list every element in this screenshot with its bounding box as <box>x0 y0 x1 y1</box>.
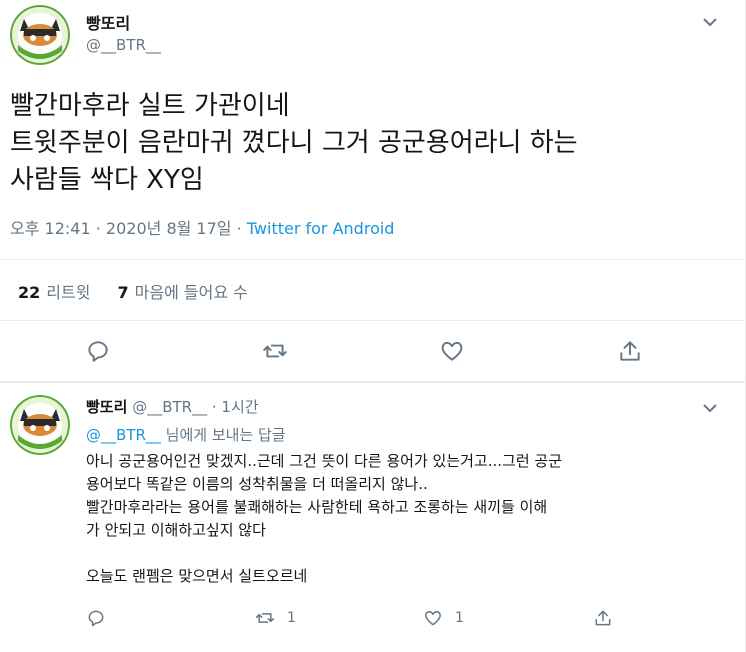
reply-text-line: 용어보다 똑같은 이름의 성착취물을 더 떠올리지 않나.. <box>86 475 428 493</box>
like-label: 마음에 들어요 수 <box>134 283 248 302</box>
retweet-icon[interactable] <box>262 338 288 364</box>
tweet-time[interactable]: 오후 12:41 <box>10 219 91 238</box>
retweet-icon <box>255 613 275 623</box>
reply-text-line: 아니 공군용어인건 맞겠지..근데 그건 뜻이 다른 용어가 있는거고...그런… <box>86 452 562 470</box>
reply-text: 아니 공군용어인건 맞겠지..근데 그건 뜻이 다른 용어가 있는거고...그런… <box>86 450 736 588</box>
retweet-label: 리트윗 <box>46 283 91 302</box>
user-handle[interactable]: @__BTR__ <box>132 398 207 416</box>
like-count: 1 <box>455 610 464 626</box>
like-button[interactable]: 1 <box>423 607 464 629</box>
avatar[interactable] <box>10 395 70 455</box>
like-stat[interactable]: 7 마음에 들어요 수 <box>118 283 248 302</box>
reply-header: 빵또리 @__BTR__ · 1시간 <box>86 396 259 417</box>
share-icon <box>595 610 611 626</box>
display-name[interactable]: 빵또리 <box>86 398 127 416</box>
tweet-thread: 빵또리 @__BTR__ 빨간마후라 실트 가관이네 트윗주분이 음란마귀 꼈다… <box>0 0 746 652</box>
tweet-stats: 22 리트윗 7 마음에 들어요 수 <box>18 279 248 303</box>
reply-button[interactable] <box>86 607 106 629</box>
tweet-text-line: 사람들 싹다 XY임 <box>10 165 204 195</box>
like-icon <box>424 611 442 626</box>
reply-icon <box>88 610 104 627</box>
mention-link[interactable]: @__BTR__ <box>86 426 161 444</box>
tweet-meta: 오후 12:41 · 2020년 8월 17일 · Twitter for An… <box>10 215 394 239</box>
tweet-text-line: 트윗주분이 음란마귀 꼈다니 그거 공군용어라니 하는 <box>10 128 578 158</box>
like-count: 7 <box>117 283 129 302</box>
chevron-down-icon[interactable] <box>700 12 720 32</box>
retweet-button[interactable]: 1 <box>255 607 296 629</box>
tweet-date[interactable]: 2020년 8월 17일 <box>106 219 232 238</box>
like-icon[interactable] <box>439 338 465 364</box>
tweet-text-line: 빨간마후라 실트 가관이네 <box>10 91 290 121</box>
user-handle[interactable]: @__BTR__ <box>86 36 161 54</box>
reply-icon[interactable] <box>85 338 111 364</box>
retweet-stat[interactable]: 22 리트윗 <box>18 283 90 302</box>
retweet-count: 22 <box>18 283 41 302</box>
display-name[interactable]: 빵또리 <box>86 10 130 34</box>
retweet-count: 1 <box>287 610 296 626</box>
reply-text-line: 오늘도 랜펨은 맞으면서 실트오르네 <box>86 567 308 585</box>
share-icon[interactable] <box>617 338 643 364</box>
chevron-down-icon[interactable] <box>700 398 720 418</box>
separator: · <box>211 398 217 416</box>
tweet-text: 빨간마후라 실트 가관이네 트윗주분이 음란마귀 꼈다니 그거 공군용어라니 하… <box>10 88 730 199</box>
reply-text-line: 가 안되고 이해하고싶지 않다 <box>86 521 266 539</box>
divider <box>0 320 746 321</box>
cat-logo-icon <box>10 395 70 455</box>
divider <box>0 381 746 383</box>
tweet-time[interactable]: 1시간 <box>221 398 258 416</box>
tweet-source[interactable]: Twitter for Android <box>247 219 395 238</box>
separator: · <box>236 219 242 238</box>
divider <box>0 259 746 260</box>
reply-text-line: 빨간마후라라는 용어를 불쾌해하는 사람한테 욕하고 조롱하는 새끼들 이해 <box>86 498 548 516</box>
share-button[interactable] <box>593 607 613 629</box>
replying-label: 님에게 보내는 답글 <box>165 426 286 444</box>
separator: · <box>95 219 101 238</box>
reply-text-line <box>86 542 736 565</box>
avatar[interactable] <box>10 5 70 65</box>
replying-to: @__BTR__ 님에게 보내는 답글 <box>86 424 286 445</box>
cat-logo-icon <box>10 5 70 65</box>
